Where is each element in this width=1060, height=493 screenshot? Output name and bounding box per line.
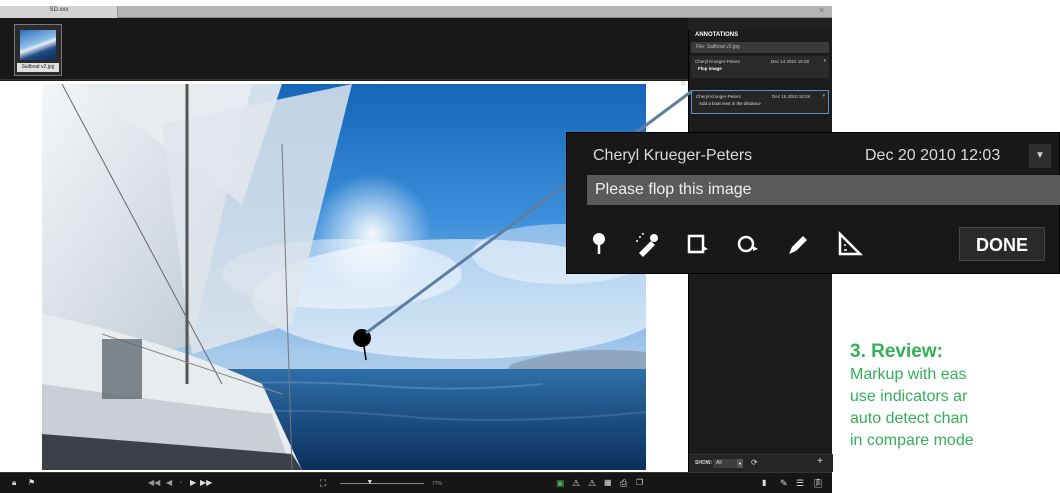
pencil-icon[interactable]: ✎ — [780, 476, 788, 490]
previous-icon[interactable]: ◀ — [166, 476, 172, 490]
copy-icon[interactable]: ❐ — [636, 476, 643, 490]
annotation-item-selected[interactable]: Cheryl Krueger-Peters Dec 15 2010 16:28 … — [691, 90, 829, 114]
thumbnail-image — [20, 30, 56, 60]
show-label: SHOW: — [695, 460, 713, 466]
next-icon[interactable]: ▶ — [190, 476, 196, 490]
review-line: Markup with eas — [850, 366, 967, 383]
pen-tool-icon[interactable] — [783, 229, 811, 259]
fast-forward-icon[interactable]: ▶▶ — [200, 476, 212, 490]
zoom-slider[interactable] — [340, 483, 424, 484]
annotation-date: Dec 15 2010 16:28 — [772, 94, 811, 99]
annotation-text: Flop image — [698, 66, 722, 71]
review-line: in compare mode — [850, 432, 974, 449]
sailboat-photo[interactable] — [42, 84, 646, 470]
separator-dot: ‹ — [180, 480, 182, 486]
zoom-slider-handle[interactable]: ▼ — [366, 479, 373, 487]
callout-menu-icon[interactable]: ▼ — [1029, 144, 1051, 168]
image-icon[interactable]: ▣ — [556, 476, 565, 490]
annotation-file-label: File: Sailboat v2.jpg — [691, 42, 829, 53]
clipboard-icon[interactable]: 📋︎ — [812, 476, 823, 490]
callout-author: Cheryl Krueger-Peters — [593, 147, 753, 164]
annotation-item[interactable]: Cheryl Krueger-Peters Dec 14 2010 16:28 … — [691, 56, 829, 78]
review-heading: 3. Review: — [850, 341, 943, 362]
annotation-filter-bar: SHOW: All ▼ ⟳ + — [689, 454, 833, 472]
document-tab[interactable]: SD.xxx — [0, 6, 118, 18]
print-icon[interactable]: ⎙ — [620, 476, 627, 490]
bottom-toolbar: 🔒︎ ⚑ ◀◀ ◀ ‹ ▶ ▶▶ ⛶ ▼ 77% ▣ ⚠ ⚠ ▦ ⎙ ❐ ▮ ✎… — [0, 472, 832, 493]
warning-icon[interactable]: ⚠ — [572, 476, 580, 490]
title-bar: SD.xxx × — [0, 6, 832, 18]
thumbnail-caption: Sailboat v2.jpg — [17, 63, 59, 72]
notes-icon[interactable]: ☰ — [796, 476, 804, 490]
rectangle-tool-icon[interactable] — [683, 229, 711, 259]
warning-compare-icon[interactable]: ⚠ — [588, 476, 596, 490]
info-icon[interactable]: ▮ — [762, 476, 766, 490]
annotations-title: ANNOTATIONS — [695, 32, 739, 38]
flag-icon[interactable]: ⚑ — [28, 476, 35, 490]
ellipse-tool-icon[interactable] — [733, 229, 761, 259]
rewind-icon[interactable]: ◀◀ — [148, 476, 160, 490]
zoom-percent: 77% — [432, 481, 443, 487]
review-line: use indicators ar — [850, 388, 968, 405]
pin-tool-icon[interactable] — [585, 229, 613, 259]
document-tab-title: SD.xxx — [49, 7, 69, 13]
filmstrip: Sailboat v2.jpg — [0, 18, 688, 80]
eyedropper-tool-icon[interactable] — [633, 229, 661, 259]
annotation-date: Dec 14 2010 16:28 — [771, 59, 810, 64]
refresh-icon[interactable]: ⟳ — [751, 458, 758, 467]
annotation-menu-icon[interactable]: ▾ — [822, 93, 825, 99]
annotation-menu-icon[interactable]: ▾ — [823, 58, 826, 64]
review-caption: 3. Review: Markup with eas use indicator… — [850, 340, 1060, 452]
chevron-down-icon[interactable]: ▼ — [737, 459, 743, 468]
annotation-author: Cheryl Krueger-Peters — [695, 59, 740, 64]
filmstrip-thumbnail[interactable]: Sailboat v2.jpg — [14, 24, 62, 76]
compare-icon[interactable]: ▦ — [604, 476, 612, 490]
annotation-text-input[interactable]: Please flop this image — [587, 175, 1060, 205]
fit-screen-icon[interactable]: ⛶ — [320, 476, 326, 490]
annotation-text: Add a boat next in the distance — [699, 101, 761, 106]
measure-tool-icon[interactable] — [835, 229, 863, 259]
lock-icon[interactable]: 🔒︎ — [12, 476, 16, 490]
add-annotation-button[interactable]: + — [817, 456, 823, 467]
callout-date: Dec 20 2010 12:03 — [865, 147, 1001, 164]
review-line: auto detect chan — [850, 410, 969, 427]
annotation-callout-zoom: Cheryl Krueger-Peters Dec 20 2010 12:03 … — [566, 132, 1060, 274]
done-button[interactable]: DONE — [959, 227, 1045, 261]
annotation-author: Cheryl Krueger-Peters — [696, 94, 741, 99]
close-icon[interactable]: × — [819, 6, 824, 15]
corner-marker: ◻ — [681, 80, 686, 86]
